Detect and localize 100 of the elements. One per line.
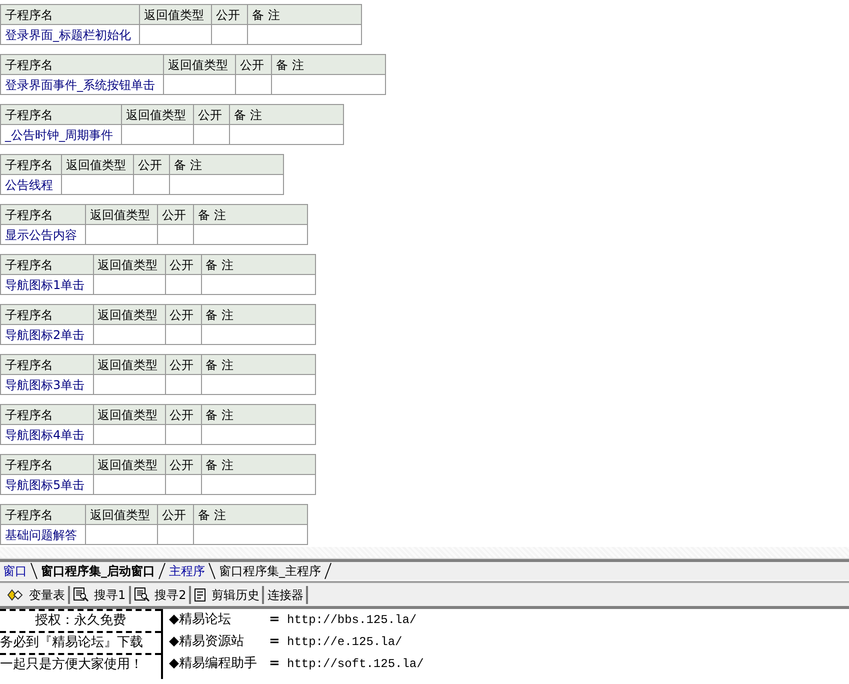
subroutine-name[interactable]: 导航图标2单击: [0, 324, 94, 344]
output-text: 务必到『精易论坛』下载: [0, 635, 143, 650]
equals-sign: =: [269, 633, 281, 651]
column-header: 返回值类型: [86, 204, 158, 224]
tab-divider: [158, 562, 166, 580]
column-header: 公开: [165, 304, 202, 324]
site-name: ◆精易资源站: [169, 633, 245, 651]
toolbar-button[interactable]: 搜寻1: [70, 586, 131, 604]
column-header: 返回值类型: [140, 4, 212, 24]
table-cell: [158, 224, 194, 244]
column-header: 返回值类型: [93, 354, 166, 374]
column-header: 子程序名: [0, 104, 122, 124]
toolbar-button[interactable]: 连接器: [264, 586, 308, 604]
column-header: 公开: [134, 154, 170, 174]
output-text: 授权：永久免费: [35, 613, 126, 628]
toolbar-button[interactable]: 变量表: [4, 586, 70, 604]
toolbar-button[interactable]: 剪辑历史: [191, 586, 264, 604]
column-header: 公开: [158, 504, 194, 524]
column-header: 返回值类型: [122, 104, 194, 124]
column-header: 备 注: [201, 404, 316, 424]
column-header: 返回值类型: [93, 454, 166, 474]
tab[interactable]: 窗口: [0, 561, 30, 581]
column-header: 子程序名: [0, 354, 94, 374]
column-header: 备 注: [230, 104, 344, 124]
table-cell: [62, 174, 134, 194]
table-cell: [165, 474, 202, 494]
column-header: 返回值类型: [86, 504, 158, 524]
tab-divider: [324, 562, 332, 580]
document-magnifier-icon: [73, 587, 89, 602]
column-header: 公开: [158, 204, 194, 224]
document-magnifier-icon: [134, 587, 150, 602]
site-name: ◆精易论坛: [169, 611, 232, 629]
subroutine-name[interactable]: 登录界面_标题栏初始化: [0, 24, 140, 44]
column-header: 子程序名: [0, 4, 140, 24]
column-header: 子程序名: [0, 254, 94, 274]
url-text: http://e.125.la/: [287, 634, 402, 651]
subroutine-name[interactable]: 公告线程: [0, 174, 62, 194]
table-cell: [140, 24, 212, 44]
table-cell: [165, 424, 202, 444]
document-icon: [194, 588, 206, 602]
column-header: 备 注: [201, 254, 316, 274]
column-header: 备 注: [272, 54, 386, 74]
url-text: http://bbs.125.la/: [287, 612, 417, 629]
equals-sign: =: [269, 655, 281, 673]
subroutine-name[interactable]: 显示公告内容: [0, 224, 86, 244]
toolbar-button[interactable]: 搜寻2: [130, 586, 192, 604]
column-header: 返回值类型: [164, 54, 236, 74]
subroutine-name[interactable]: _公告时钟_周期事件: [0, 124, 122, 144]
column-header: 子程序名: [0, 54, 164, 74]
column-header: 备 注: [194, 204, 308, 224]
table-cell: [164, 74, 236, 94]
subroutine-name[interactable]: 导航图标1单击: [0, 274, 94, 294]
column-header: 备 注: [201, 454, 316, 474]
url-text: http://soft.125.la/: [287, 656, 424, 673]
table-cell: [165, 324, 202, 344]
table-cell: [134, 174, 170, 194]
column-header: 公开: [236, 54, 272, 74]
splitter-bar[interactable]: [0, 547, 849, 559]
column-header: 返回值类型: [62, 154, 134, 174]
table-cell: [158, 524, 194, 544]
table-cell: [194, 124, 230, 144]
tab[interactable]: 窗口程序集_主程序: [216, 561, 324, 581]
column-header: 返回值类型: [93, 404, 166, 424]
column-header: 返回值类型: [93, 304, 166, 324]
column-header: 子程序名: [0, 154, 62, 174]
subroutine-name[interactable]: 登录界面事件_系统按钮单击: [0, 74, 164, 94]
table-cell: [86, 524, 158, 544]
tab-divider: [208, 562, 216, 580]
table-cell: [122, 124, 194, 144]
tab[interactable]: 窗口程序集_启动窗口: [38, 561, 158, 581]
column-header: 子程序名: [0, 404, 94, 424]
subroutine-name[interactable]: 导航图标4单击: [0, 424, 94, 444]
subroutine-name[interactable]: 导航图标5单击: [0, 474, 94, 494]
column-header: 子程序名: [0, 204, 86, 224]
table-cell: [236, 74, 272, 94]
output-text: 一起只是方便大家使用！: [0, 657, 143, 672]
tab-divider: [30, 562, 38, 580]
column-header: 备 注: [201, 304, 316, 324]
table-cell: [165, 374, 202, 394]
table-cell: [165, 274, 202, 294]
table-cell: [86, 224, 158, 244]
column-header: 公开: [212, 4, 248, 24]
column-header: 公开: [165, 404, 202, 424]
column-header: 子程序名: [0, 504, 86, 524]
column-header: 备 注: [248, 4, 362, 24]
column-header: 公开: [165, 254, 202, 274]
subroutine-name[interactable]: 导航图标3单击: [0, 374, 94, 394]
table-cell: [212, 24, 248, 44]
column-header: 子程序名: [0, 454, 94, 474]
column-header: 公开: [165, 454, 202, 474]
variables-icon: [7, 588, 24, 600]
tab[interactable]: 主程序: [166, 561, 208, 581]
column-header: 返回值类型: [93, 254, 166, 274]
column-header: 备 注: [194, 504, 308, 524]
column-header: 公开: [165, 354, 202, 374]
equals-sign: =: [269, 611, 281, 629]
column-header: 子程序名: [0, 304, 94, 324]
column-header: 公开: [194, 104, 230, 124]
site-name: ◆精易编程助手: [169, 655, 258, 673]
subroutine-name[interactable]: 基础问题解答: [0, 524, 86, 544]
